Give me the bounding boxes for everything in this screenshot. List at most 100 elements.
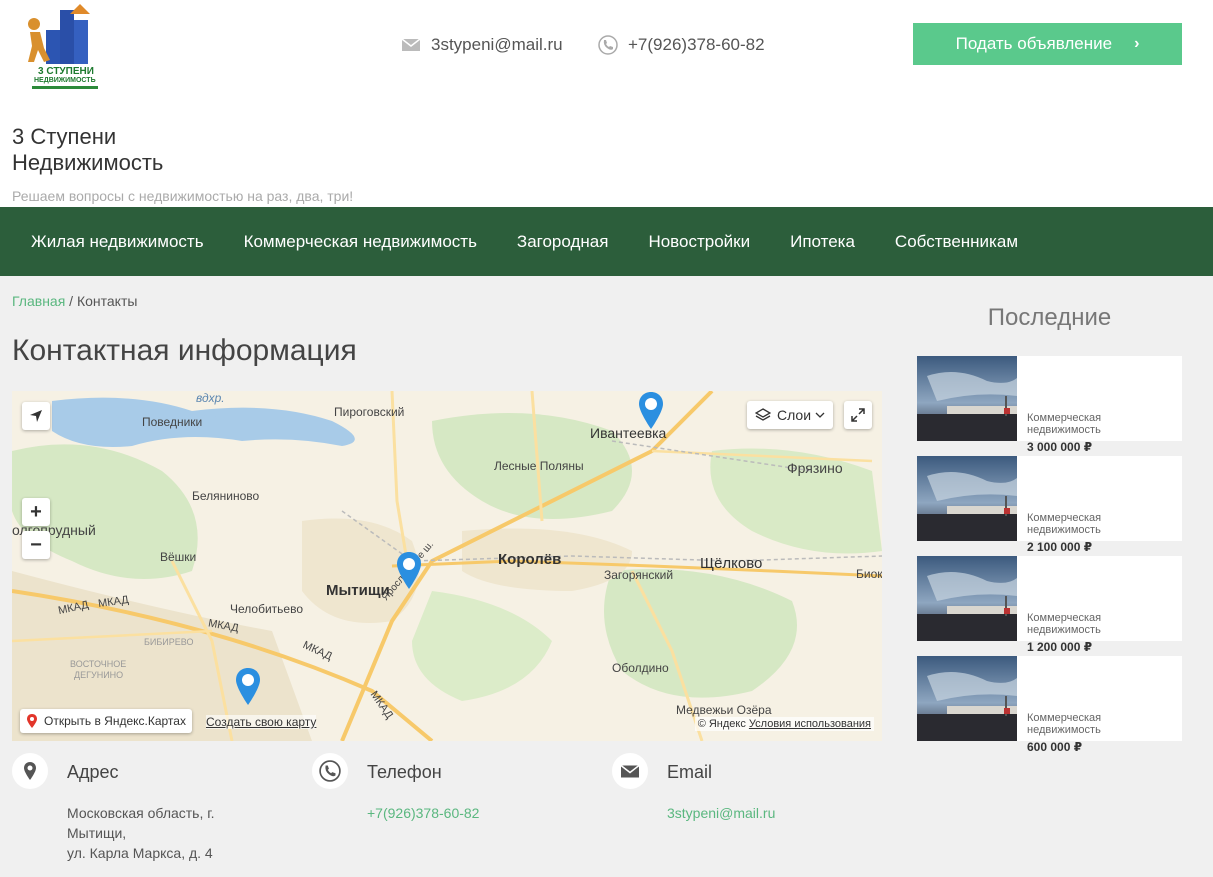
map-pin-ivanteevka[interactable] <box>638 391 664 431</box>
address-line-2: Мытищи, <box>67 825 127 841</box>
envelope-icon <box>401 35 421 55</box>
site-name-line2: Недвижимость <box>12 150 164 175</box>
breadcrumb-home[interactable]: Главная <box>12 293 65 309</box>
address-line-1: Московская область, г. <box>67 805 215 821</box>
map-label-vdhr: вдхр. <box>196 391 225 405</box>
map-label-medvezhi: Медвежьи Озёра <box>676 703 772 717</box>
map-pin-mytischi[interactable] <box>396 551 422 591</box>
map-label-schelkovo: Щёлково <box>700 555 763 572</box>
map-label-vost-degunino-1: ВОСТОЧНОЕ <box>70 659 127 669</box>
expand-icon <box>851 408 865 422</box>
map-copyright: © Яндекс Условия использования <box>694 717 874 731</box>
map-label-chelobitevo: Челобитьево <box>230 602 303 616</box>
listing-price: 1 200 000 ₽ <box>1027 640 1093 654</box>
header-phone[interactable]: +7(926)378-60-82 <box>598 34 765 56</box>
nav-item-mortgage[interactable]: Ипотека <box>790 232 855 252</box>
logo-text-2: НЕДВИЖИМОСТЬ <box>34 77 96 84</box>
email-title: Email <box>667 762 713 782</box>
map-label-lesnye-polyany: Лесные Поляны <box>494 459 584 473</box>
map-label-oboldino: Оболдино <box>612 661 669 675</box>
address-line-3: ул. Карла Маркса, д. 4 <box>67 845 213 861</box>
listing-thumbnail <box>917 556 1017 641</box>
breadcrumb-current: Контакты <box>76 293 138 309</box>
phone-link[interactable]: +7(926)378-60-82 <box>367 803 587 823</box>
chevron-right-icon: › <box>1134 35 1140 52</box>
map-label-vyoshki: Вёшки <box>160 550 197 564</box>
map-label-bibirevo: БИБИРЕВО <box>144 637 194 647</box>
plus-icon: + <box>30 500 42 523</box>
main-nav: Жилая недвижимость Коммерческая недвижим… <box>0 207 1213 276</box>
listing-category: Коммерческая недвижимость <box>1027 512 1102 536</box>
map-pin-icon <box>639 392 663 429</box>
map-pin-moscow[interactable] <box>235 667 261 707</box>
listing-card[interactable]: Коммерческая недвижимость 3 000 000 ₽ <box>917 356 1182 454</box>
minus-icon: − <box>30 533 42 556</box>
envelope-icon <box>612 753 648 789</box>
nav-item-owners[interactable]: Собственникам <box>895 232 1018 252</box>
open-in-yandex-maps-button[interactable]: Открыть в Яндекс.Картах <box>20 709 192 733</box>
listing-thumbnail <box>917 356 1017 441</box>
zoom-out-button[interactable]: − <box>22 531 50 559</box>
map-terms-link[interactable]: Условия использования <box>749 718 871 730</box>
map-label-povedniki: Поведники <box>142 415 203 429</box>
page-title: Контактная информация <box>12 334 357 367</box>
map-pin-icon <box>397 552 421 589</box>
map-label-zagoryansky: Загорянский <box>604 568 674 582</box>
sidebar-title: Последние <box>987 304 1112 331</box>
chevron-down-icon <box>815 412 825 418</box>
map-label-fryazino: Фрязино <box>787 460 843 476</box>
nav-item-country[interactable]: Загородная <box>517 232 609 252</box>
listing-category: Коммерческая недвижимость <box>1027 712 1102 736</box>
email-link[interactable]: 3stypeni@mail.ru <box>667 803 887 823</box>
listing-card[interactable]: Коммерческая недвижимость 600 000 ₽ <box>917 656 1182 754</box>
open-in-yandex-label: Открыть в Яндекс.Картах <box>44 714 186 728</box>
header-phone-text: +7(926)378-60-82 <box>628 35 765 54</box>
yandex-map[interactable]: вдхр. Пироговский Ивантеевка Поведники Л… <box>12 391 882 741</box>
listing-card[interactable]: Коммерческая недвижимость 2 100 000 ₽ <box>917 456 1182 554</box>
listing-category: Коммерческая недвижимость <box>1027 612 1102 636</box>
create-map-link[interactable]: Создать свою карту <box>206 715 317 729</box>
layers-icon <box>754 408 771 421</box>
map-label-biok: Биок <box>856 567 882 581</box>
listing-category: Коммерческая недвижимость <box>1027 412 1102 436</box>
header-email-text: 3stypeni@mail.ru <box>431 35 563 54</box>
site-tagline: Решаем вопросы с недвижимостью на раз, д… <box>12 188 354 204</box>
map-label-belyaninovo: Беляниново <box>192 489 260 503</box>
map-copyright-text: © Яндекс <box>697 718 746 730</box>
site-name-line1: 3 Ступени <box>12 124 117 149</box>
phone-icon <box>312 753 348 789</box>
site-name[interactable]: 3 Ступени Недвижимость <box>12 124 163 176</box>
header-email[interactable]: 3stypeni@mail.ru <box>401 34 563 56</box>
breadcrumb: Главная / Контакты <box>12 293 137 309</box>
listing-card[interactable]: Коммерческая недвижимость 1 200 000 ₽ <box>917 556 1182 654</box>
location-arrow-icon <box>30 410 42 422</box>
map-pin-icon <box>236 668 260 705</box>
map-label-vost-degunino-2: ДЕГУНИНО <box>74 670 124 680</box>
submit-ad-button[interactable]: Подать объявление › <box>913 23 1182 65</box>
nav-item-residential[interactable]: Жилая недвижимость <box>31 232 204 252</box>
address-value: Московская область, г. Мытищи, ул. Карла… <box>67 803 287 863</box>
map-label-korolev: Королёв <box>498 551 562 568</box>
listing-price: 3 000 000 ₽ <box>1027 440 1093 454</box>
logo-text-1: 3 СТУПЕНИ <box>38 66 94 77</box>
red-pin-icon <box>27 714 37 728</box>
layers-label: Слои <box>776 407 812 423</box>
listing-thumbnail <box>917 656 1017 741</box>
listing-price: 2 100 000 ₽ <box>1027 540 1093 554</box>
layers-button[interactable]: Слои <box>747 401 833 429</box>
phone-title: Телефон <box>367 762 442 782</box>
site-header: 3 СТУПЕНИ НЕДВИЖИМОСТЬ 3stypeni@mail.ru … <box>0 0 1213 207</box>
address-title: Адрес <box>67 762 119 782</box>
nav-item-new-buildings[interactable]: Новостройки <box>648 232 750 252</box>
map-label-pirogovsky: Пироговский <box>334 405 405 419</box>
site-logo[interactable]: 3 СТУПЕНИ НЕДВИЖИМОСТЬ <box>20 2 102 90</box>
zoom-in-button[interactable]: + <box>22 498 50 526</box>
listing-price: 600 000 ₽ <box>1027 740 1083 754</box>
breadcrumb-separator: / <box>65 293 77 309</box>
nav-item-commercial[interactable]: Коммерческая недвижимость <box>244 232 477 252</box>
geolocation-button[interactable] <box>22 402 50 430</box>
phone-icon <box>598 35 618 55</box>
listing-thumbnail <box>917 456 1017 541</box>
fullscreen-button[interactable] <box>844 401 872 429</box>
submit-ad-label: Подать объявление <box>955 34 1113 53</box>
